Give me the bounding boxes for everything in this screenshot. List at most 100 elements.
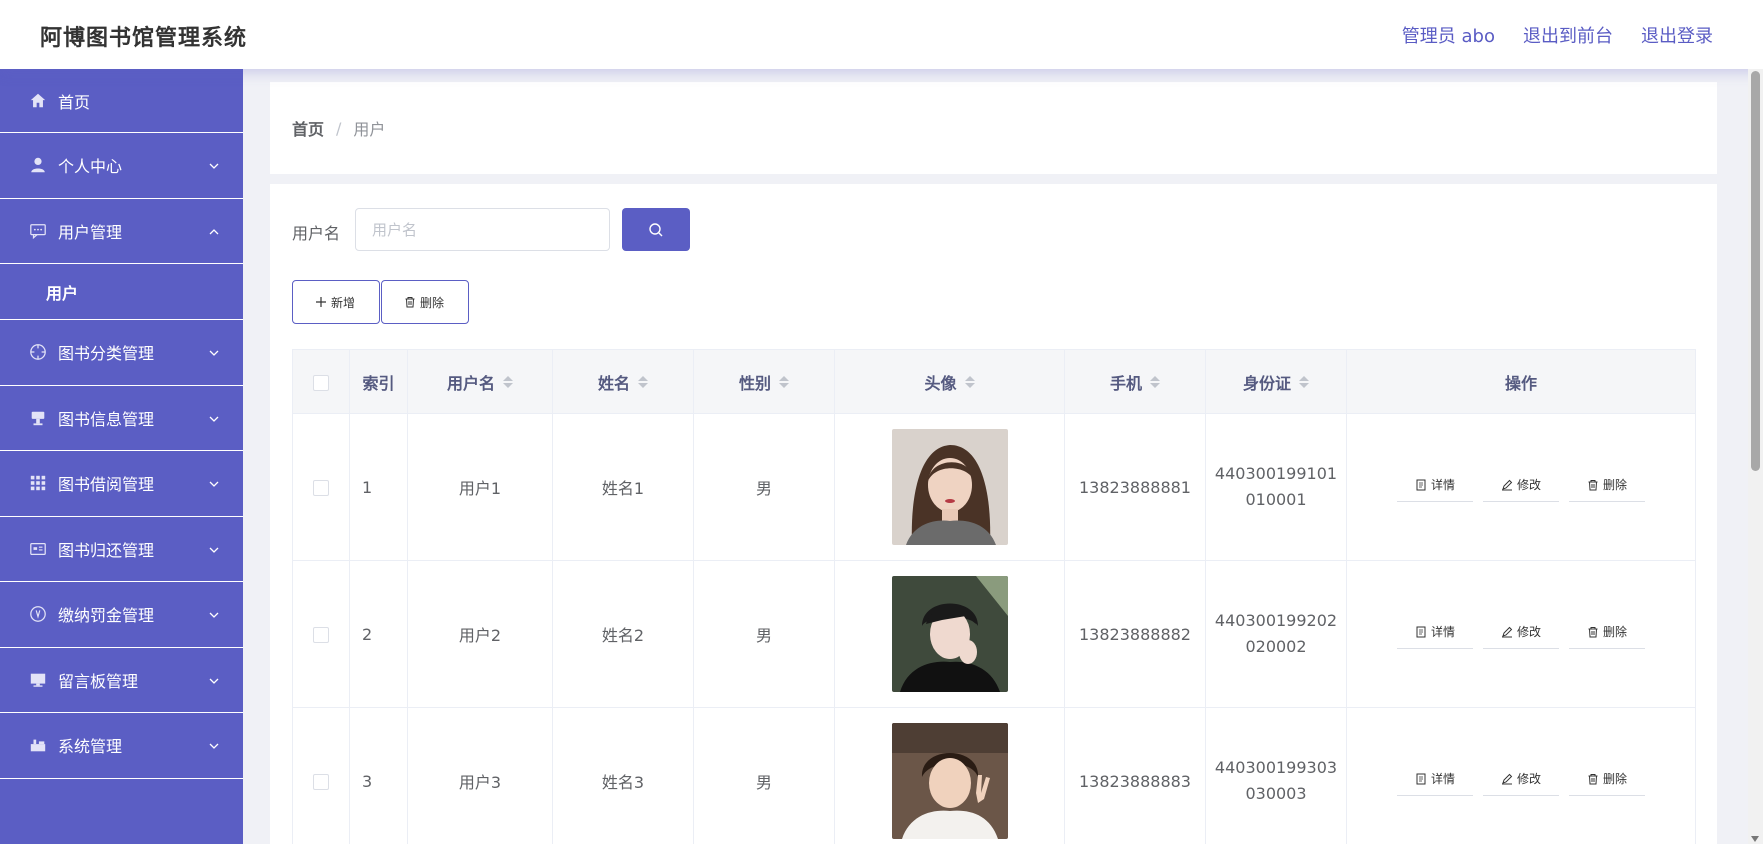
trash-icon xyxy=(404,296,416,308)
exit-to-front-link[interactable]: 退出到前台 xyxy=(1523,22,1613,48)
add-button[interactable]: 新增 xyxy=(292,280,380,324)
header-gender-label: 性别 xyxy=(738,373,771,393)
pencil-icon xyxy=(1501,773,1513,785)
sidebar-item-book-borrow[interactable]: 图书借阅管理 xyxy=(0,451,243,517)
row-username: 用户1 xyxy=(407,413,553,561)
sidebar-item-user-management[interactable]: 用户管理 xyxy=(0,199,243,264)
sidebar-item-label: 首页 xyxy=(58,92,91,112)
detail-button[interactable]: 详情 xyxy=(1396,619,1473,649)
sidebar-subitem-users[interactable]: 用户 xyxy=(0,264,243,320)
sidebar-item-label: 用户管理 xyxy=(58,222,123,242)
user-avatar-image[interactable] xyxy=(891,723,1008,839)
edit-button[interactable]: 修改 xyxy=(1482,472,1559,502)
header-phone[interactable]: 手机 xyxy=(1064,349,1206,414)
row-idcard: 440300199101010001 xyxy=(1205,413,1347,561)
row-index: 3 xyxy=(349,707,408,844)
row-select-cell xyxy=(292,413,350,561)
header-name[interactable]: 姓名 xyxy=(552,349,694,414)
trash-icon xyxy=(1587,479,1599,491)
select-all-checkbox[interactable] xyxy=(313,374,329,391)
sidebar-item-system-management[interactable]: 系统管理 xyxy=(0,713,243,779)
scrollbar-thumb[interactable] xyxy=(1751,71,1760,471)
edit-button-label: 修改 xyxy=(1516,625,1541,639)
row-checkbox[interactable] xyxy=(313,627,329,643)
sidebar-item-label: 系统管理 xyxy=(58,737,123,757)
header-idcard-label: 身份证 xyxy=(1242,373,1291,393)
sidebar-item-home[interactable]: 首页 xyxy=(0,69,243,133)
sidebar-item-personal-center[interactable]: 个人中心 xyxy=(0,133,243,199)
search-button[interactable] xyxy=(622,208,690,251)
sidebar-item-message-board[interactable]: 留言板管理 xyxy=(0,648,243,713)
breadcrumb-separator: / xyxy=(336,118,342,138)
delete-button-label: 删除 xyxy=(1603,625,1628,639)
delete-button-label: 删除 xyxy=(1603,772,1628,786)
pencil-icon xyxy=(1501,626,1513,638)
breadcrumb-home[interactable]: 首页 xyxy=(292,116,324,140)
content-card: 用户名 新增 删除 xyxy=(270,184,1717,844)
username-search-input[interactable] xyxy=(355,208,610,251)
scroll-down-arrow-icon[interactable] xyxy=(1751,836,1759,842)
row-name: 姓名2 xyxy=(552,560,694,708)
detail-button[interactable]: 详情 xyxy=(1396,472,1473,502)
admin-username-link[interactable]: 管理员 abo xyxy=(1402,22,1495,48)
row-phone: 13823888882 xyxy=(1064,560,1206,708)
row-operations: 详情 修改 删除 xyxy=(1346,707,1696,844)
row-checkbox[interactable] xyxy=(313,480,329,496)
header-avatar[interactable]: 头像 xyxy=(834,349,1065,414)
user-avatar-image[interactable] xyxy=(891,576,1008,692)
header-username[interactable]: 用户名 xyxy=(407,349,553,414)
sidebar-item-label: 个人中心 xyxy=(58,157,123,177)
delete-button[interactable]: 删除 xyxy=(1569,766,1646,796)
header-gender[interactable]: 性别 xyxy=(693,349,835,414)
chevron-up-icon xyxy=(207,224,221,238)
row-idcard: 440300199303030003 xyxy=(1205,707,1347,844)
sort-icon[interactable] xyxy=(779,375,789,388)
row-username: 用户3 xyxy=(407,707,553,844)
sort-icon[interactable] xyxy=(964,375,975,388)
header-idcard[interactable]: 身份证 xyxy=(1205,349,1347,414)
app-title: 阿博图书馆管理系统 xyxy=(40,26,248,51)
delete-button[interactable]: 删除 xyxy=(1569,472,1646,502)
page-scrollbar[interactable] xyxy=(1748,69,1763,844)
users-table: 索引 用户名 姓名 性别 头像 手机 身份证 操作 1 用户1 姓名1 男 13… xyxy=(292,349,1696,844)
sort-icon[interactable] xyxy=(1150,375,1160,388)
table-row: 2 用户2 姓名2 男 13823888882 4403001992020200… xyxy=(292,560,1696,708)
header-avatar-label: 头像 xyxy=(924,373,957,393)
row-operations: 详情 修改 删除 xyxy=(1346,413,1696,561)
table-row: 3 用户3 姓名3 男 13823888883 4403001993030300… xyxy=(292,707,1696,844)
row-checkbox[interactable] xyxy=(313,774,329,790)
sidebar-item-book-return[interactable]: 图书归还管理 xyxy=(0,517,243,582)
breadcrumb: 首页 / 用户 xyxy=(270,82,1717,174)
trash-icon xyxy=(1587,626,1599,638)
logout-link[interactable]: 退出登录 xyxy=(1641,22,1713,48)
header-operations: 操作 xyxy=(1346,349,1696,414)
batch-delete-button-label: 删除 xyxy=(420,295,445,310)
detail-button[interactable]: 详情 xyxy=(1396,766,1473,796)
row-avatar-cell xyxy=(834,413,1065,561)
batch-delete-button[interactable]: 删除 xyxy=(381,280,469,324)
chevron-down-icon xyxy=(207,345,221,359)
chevron-down-icon xyxy=(207,738,221,752)
edit-button[interactable]: 修改 xyxy=(1482,619,1559,649)
search-icon xyxy=(648,222,664,238)
home-icon xyxy=(28,91,48,111)
sidebar-item-label: 缴纳罚金管理 xyxy=(58,606,155,626)
chat-icon xyxy=(28,221,48,241)
user-avatar-image[interactable] xyxy=(891,429,1008,545)
row-avatar-cell xyxy=(834,560,1065,708)
header-phone-label: 手机 xyxy=(1109,373,1142,393)
monitor-icon xyxy=(28,670,48,690)
detail-button-label: 详情 xyxy=(1430,478,1455,492)
sidebar-item-book-category[interactable]: 图书分类管理 xyxy=(0,320,243,386)
sidebar-item-book-info[interactable]: 图书信息管理 xyxy=(0,386,243,451)
sort-icon[interactable] xyxy=(503,375,513,388)
edit-button-label: 修改 xyxy=(1516,478,1541,492)
header-links: 管理员 abo 退出到前台 退出登录 xyxy=(1402,22,1713,48)
sort-icon[interactable] xyxy=(1299,375,1309,388)
delete-button[interactable]: 删除 xyxy=(1569,619,1646,649)
header-select-all xyxy=(292,349,350,414)
sidebar-item-fine-payment[interactable]: 缴纳罚金管理 xyxy=(0,582,243,648)
edit-button[interactable]: 修改 xyxy=(1482,766,1559,796)
sort-icon[interactable] xyxy=(638,375,648,388)
search-label: 用户名 xyxy=(292,224,341,243)
